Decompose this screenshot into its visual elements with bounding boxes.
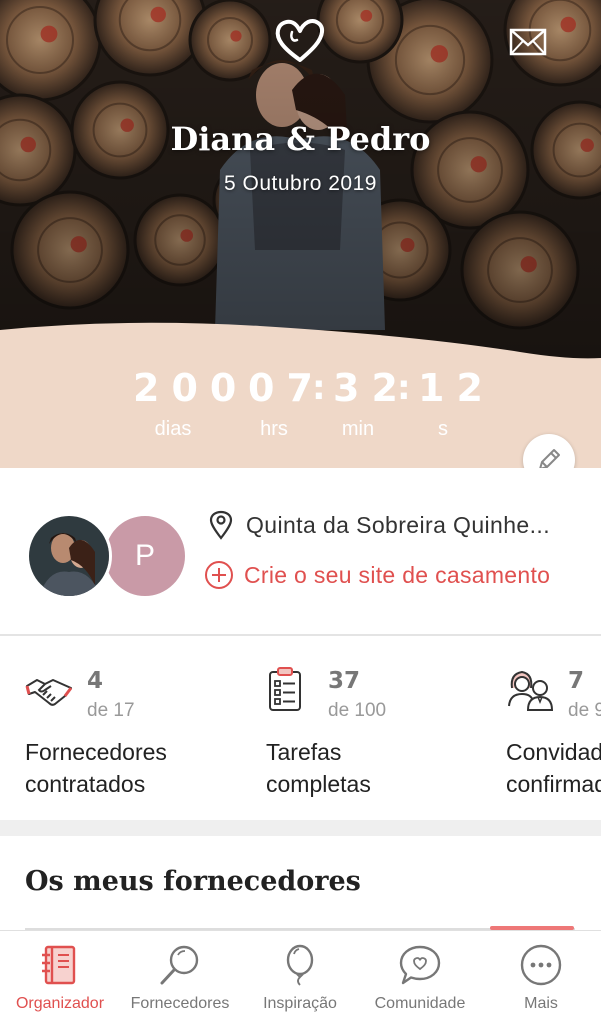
couple-avatar[interactable] — [26, 513, 112, 599]
profile-section: P Quinta da Sobreira Quinhe... Crie o se… — [0, 468, 601, 636]
nav-organizador[interactable]: Organizador — [0, 931, 120, 1024]
countdown-seconds: 12 — [418, 366, 495, 410]
stat-tasks[interactable]: 37 de 100 Tarefas completas — [266, 638, 506, 820]
couple-photo — [29, 516, 109, 596]
section-title: Os meus fornecedores — [25, 866, 361, 897]
stat-total: de 100 — [328, 700, 387, 721]
mail-icon[interactable] — [509, 27, 547, 57]
nav-mais[interactable]: Mais — [481, 931, 601, 1024]
nav-label: Inspiração — [263, 995, 337, 1012]
section-divider — [0, 820, 601, 836]
nav-label: Comunidade — [374, 995, 466, 1012]
venue-name: Quinta da Sobreira Quinhe... — [246, 511, 550, 538]
location-pin-icon — [209, 510, 233, 540]
partner-avatar[interactable]: P — [102, 513, 188, 599]
nav-label: Organizador — [15, 995, 105, 1012]
search-icon — [160, 945, 199, 985]
heart-logo-icon[interactable] — [273, 16, 327, 64]
stat-guests[interactable]: 7 de 9 Convidados confirmados — [506, 638, 601, 820]
countdown-separator: : — [397, 368, 411, 408]
countdown-separator: : — [312, 368, 326, 408]
create-site-link-label: Crie o seu site de casamento — [244, 561, 551, 588]
nav-label: Fornecedores — [130, 995, 230, 1012]
countdown-hours-label: hrs — [260, 418, 288, 440]
stat-count: 4 — [87, 668, 104, 694]
stat-vendors[interactable]: 4 de 17 Fornecedores contratados — [25, 638, 265, 820]
stat-count: 7 — [568, 668, 585, 694]
balloon-icon — [286, 944, 314, 986]
wedding-date: 5 Outubro 2019 — [224, 172, 377, 195]
planner-icon — [42, 945, 76, 985]
nav-label: Mais — [524, 995, 558, 1012]
countdown-days: 200 — [133, 366, 249, 410]
bottom-nav: Organizador Fornecedores Inspiração Comu… — [0, 930, 601, 1024]
stat-label: Fornecedores contratados — [25, 739, 167, 797]
more-icon — [520, 944, 562, 986]
couple-name: Diana & Pedro — [170, 120, 431, 158]
stat-count: 37 — [328, 668, 361, 694]
add-circle-icon — [205, 561, 233, 589]
nav-fornecedores[interactable]: Fornecedores — [120, 931, 240, 1024]
stat-label: Convidados confirmados — [506, 739, 601, 797]
hero-banner: Diana & Pedro 5 Outubro 2019 200 07 : 32… — [0, 0, 601, 468]
countdown-seconds-label: s — [438, 418, 448, 440]
countdown-days-label: dias — [154, 418, 192, 440]
stats-row: 4 de 17 Fornecedores contratados 37 de 1… — [0, 638, 601, 820]
nav-comunidade[interactable]: Comunidade — [360, 931, 480, 1024]
venue-row[interactable]: Quinta da Sobreira Quinhe... — [208, 510, 550, 540]
countdown: 200 07 : 32 : 12 dias hrs min s — [0, 366, 601, 446]
checklist-icon — [269, 667, 301, 711]
guests-icon — [508, 670, 554, 711]
chat-heart-icon — [399, 945, 441, 985]
create-site-link[interactable]: Crie o seu site de casamento — [204, 560, 550, 590]
nav-inspiracao[interactable]: Inspiração — [240, 931, 360, 1024]
stat-total: de 9 — [568, 700, 601, 721]
stat-label: Tarefas completas — [266, 739, 371, 797]
stat-total: de 17 — [87, 700, 135, 721]
app-screen: Diana & Pedro 5 Outubro 2019 200 07 : 32… — [0, 0, 601, 1024]
countdown-minutes-label: min — [341, 418, 375, 440]
handshake-icon — [25, 679, 73, 706]
